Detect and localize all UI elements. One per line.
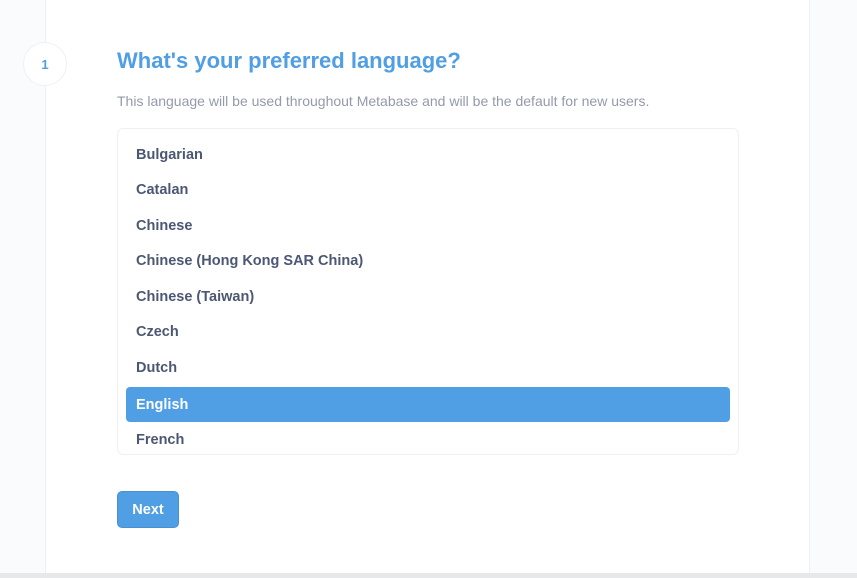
language-option-catalan[interactable]: Catalan xyxy=(126,173,730,208)
language-option-czech[interactable]: Czech xyxy=(126,315,730,350)
language-option-chinese-taiwan[interactable]: Chinese (Taiwan) xyxy=(126,279,730,314)
step-title: What's your preferred language? xyxy=(117,48,461,73)
page-background xyxy=(0,0,45,578)
language-option-english[interactable]: English xyxy=(126,387,730,422)
language-option-french[interactable]: French xyxy=(126,422,730,454)
step-number-badge: 1 xyxy=(23,42,67,86)
step-number: 1 xyxy=(41,56,49,72)
next-button[interactable]: Next xyxy=(117,491,179,528)
bottom-divider xyxy=(0,573,857,578)
language-option-bulgarian[interactable]: Bulgarian xyxy=(126,137,730,172)
step-description: This language will be used throughout Me… xyxy=(117,93,650,109)
language-option-chinese-hong-kong[interactable]: Chinese (Hong Kong SAR China) xyxy=(126,244,730,279)
language-option-dutch[interactable]: Dutch xyxy=(126,350,730,385)
language-list[interactable]: Bulgarian Catalan Chinese Chinese (Hong … xyxy=(117,128,739,455)
language-option-chinese[interactable]: Chinese xyxy=(126,208,730,243)
